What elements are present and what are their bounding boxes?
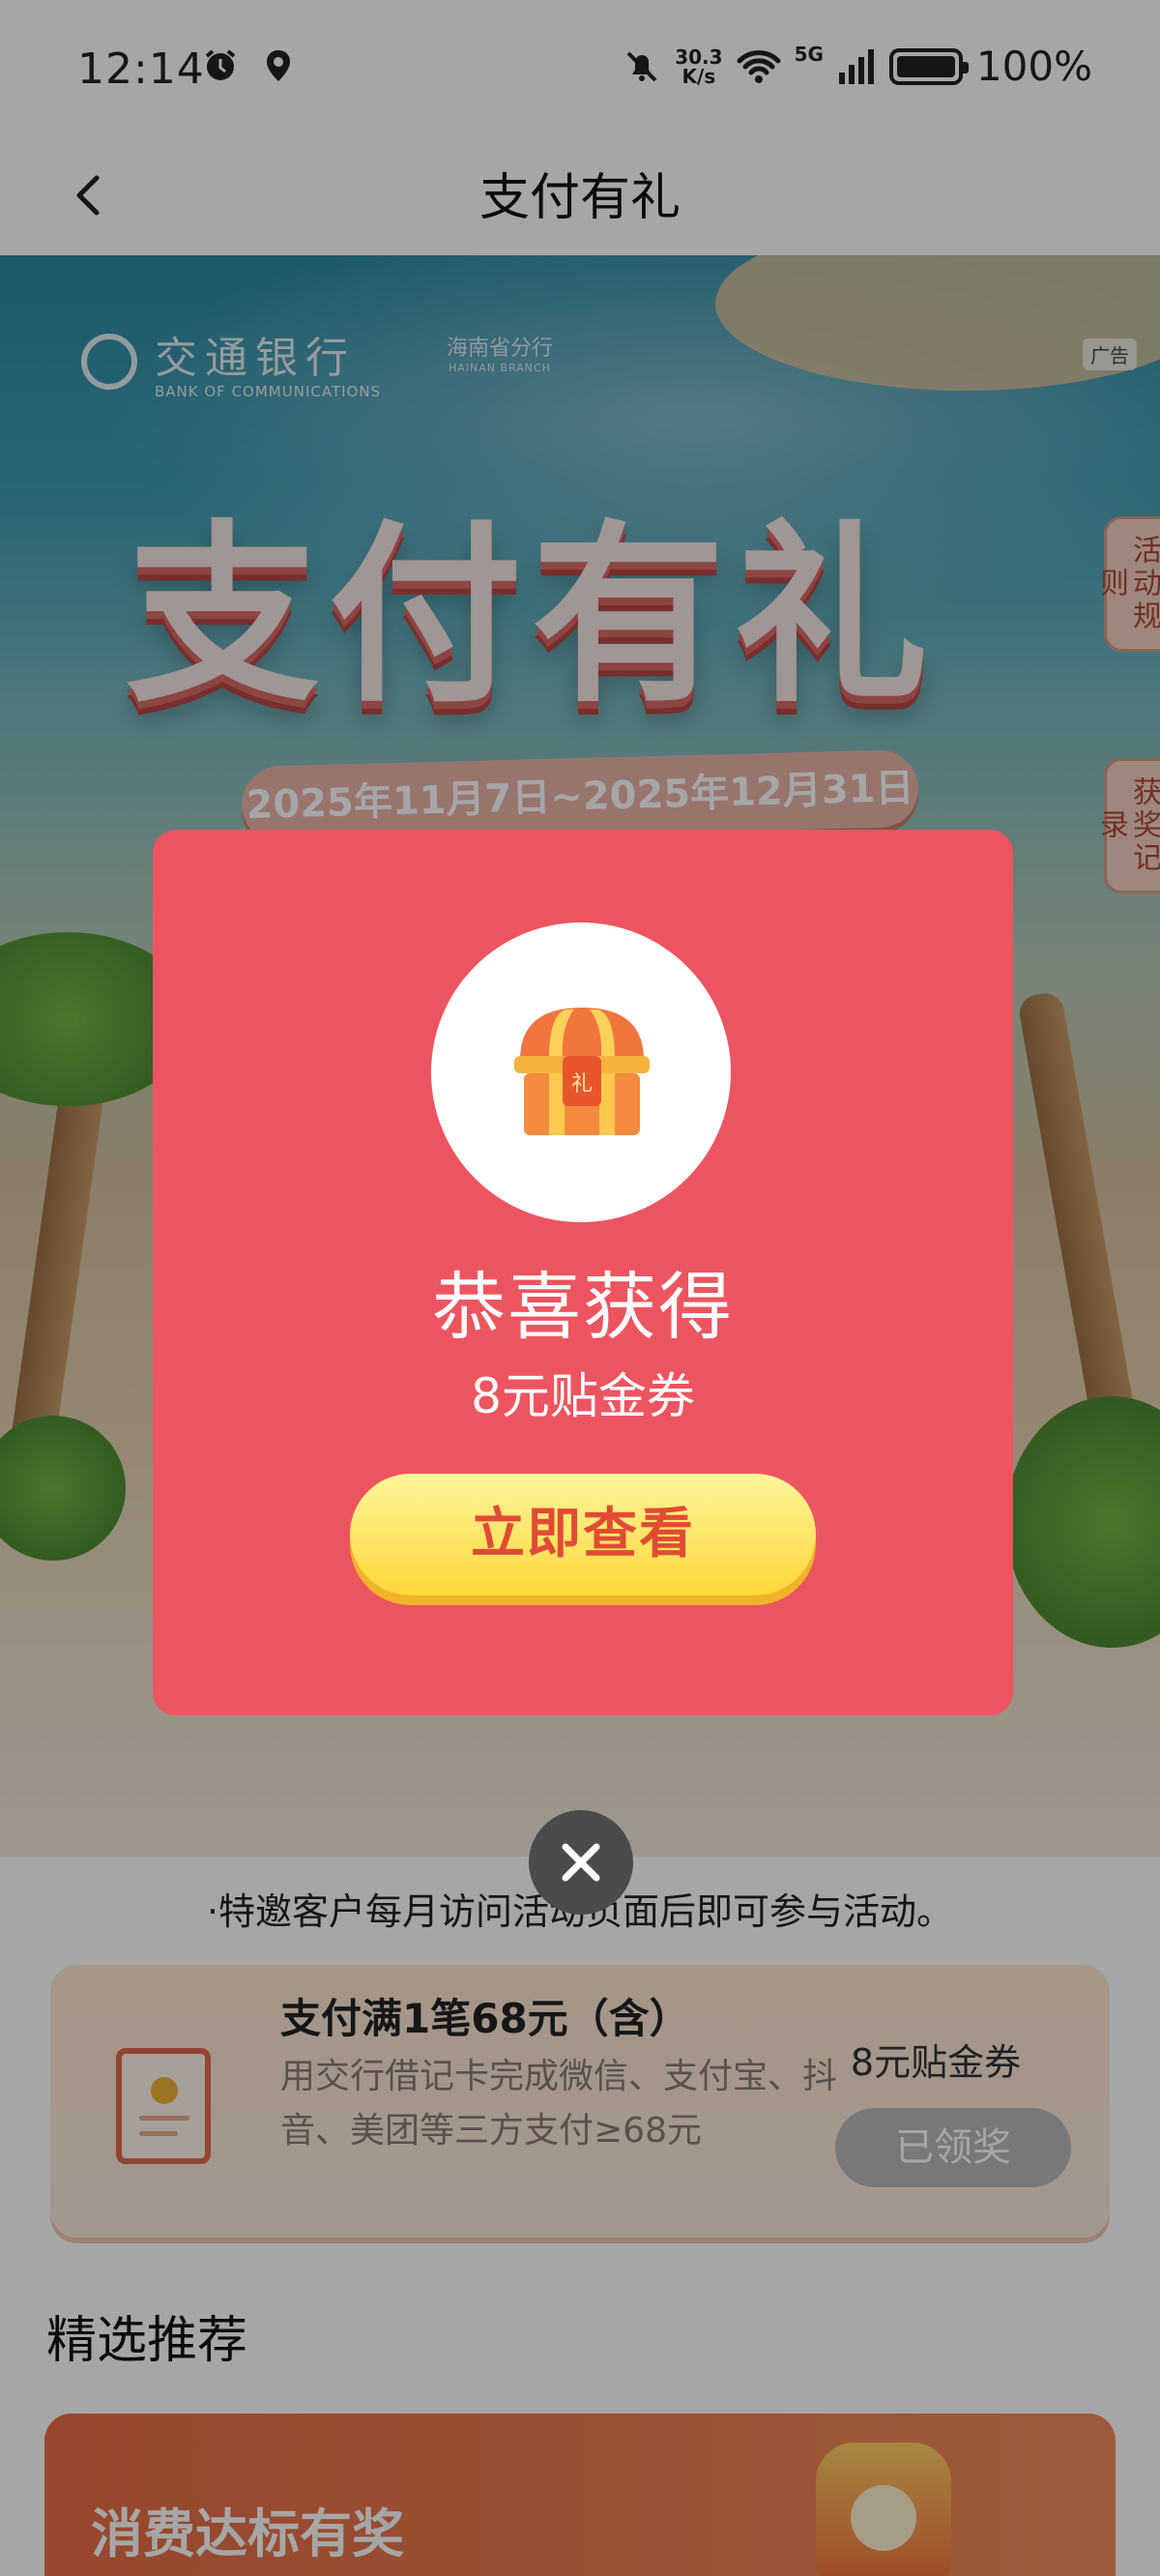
treasure-chest-icon: 礼: [514, 1008, 650, 1135]
close-modal-button[interactable]: [529, 1810, 633, 1915]
view-now-button[interactable]: 立即查看: [350, 1474, 816, 1595]
page: 12:14 30.3 K/s 5G 100% 支付有礼 交通银行 BANK OF…: [0, 0, 1160, 2576]
modal-title: 恭喜获得: [432, 1264, 734, 1350]
prize-modal: 礼 恭喜获得 8元贴金券 立即查看: [153, 830, 1013, 1715]
modal-prize: 8元贴金券: [471, 1368, 695, 1424]
chest-label: 礼: [571, 1072, 593, 1097]
prize-icon-circle: 礼: [431, 922, 731, 1222]
close-icon: [562, 1843, 600, 1882]
